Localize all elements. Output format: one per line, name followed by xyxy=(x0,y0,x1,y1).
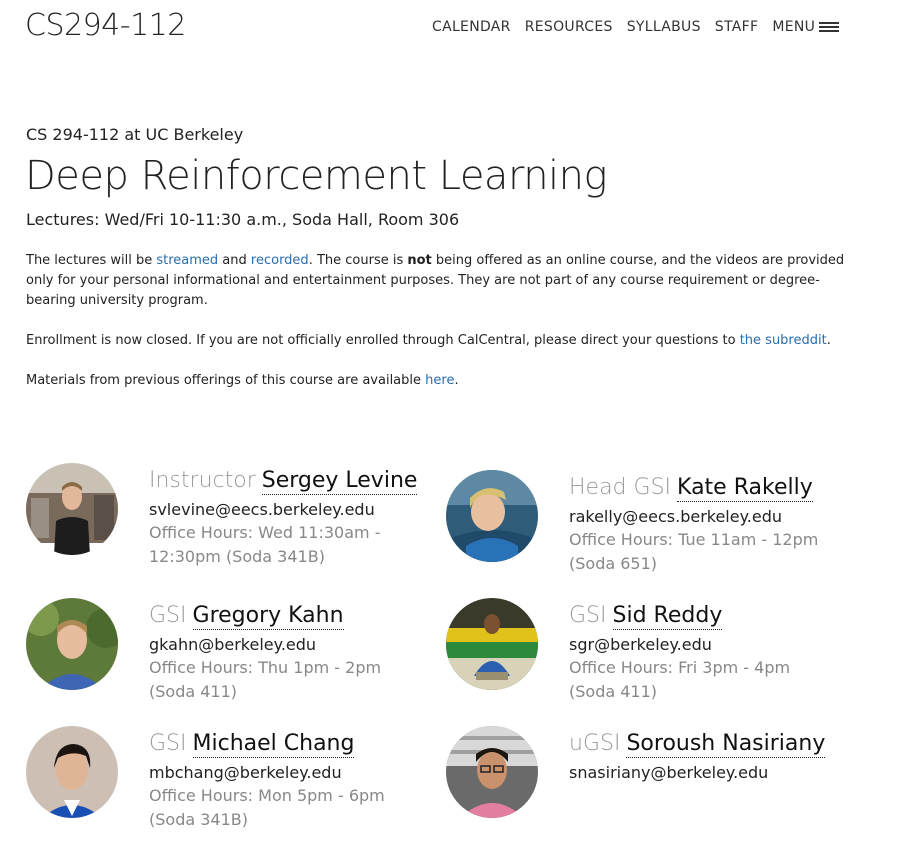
staff-email: mbchang@berkeley.edu xyxy=(149,763,342,782)
site-brand[interactable]: CS294-112 xyxy=(25,8,186,43)
top-nav: CALENDAR RESOURCES SYLLABUS STAFF MENU xyxy=(432,19,840,35)
staff-office-hours: Office Hours: Tue 11am - 12pm (Soda 651) xyxy=(569,530,819,573)
staff-office-hours: Office Hours: Mon 5pm - 6pm (Soda 341B) xyxy=(149,786,385,829)
nav-calendar[interactable]: CALENDAR xyxy=(432,19,511,35)
staff-card: GSI Gregory Kahn gkahn@berkeley.edu Offic… xyxy=(26,598,446,718)
staff-name-link[interactable]: Kate Rakelly xyxy=(677,475,813,502)
staff-name-link[interactable]: Sid Reddy xyxy=(612,603,723,630)
staff-office-hours: Office Hours: Wed 11:30am - 12:30pm (Sod… xyxy=(149,523,381,566)
staff-name-link[interactable]: Sergey Levine xyxy=(261,468,418,495)
staff-card: Head GSI Kate Rakelly rakelly@eecs.berkel… xyxy=(446,470,866,590)
staff-email: sgr@berkeley.edu xyxy=(569,635,712,654)
staff-role: GSI xyxy=(149,603,187,628)
avatar xyxy=(26,463,118,555)
hamburger-icon xyxy=(819,20,840,34)
nav-menu-button[interactable]: MENU xyxy=(772,19,840,35)
avatar xyxy=(446,470,538,562)
page-title: Deep Reinforcement Learning xyxy=(25,153,608,199)
staff-card: Instructor Sergey Levine svlevine@eecs.be… xyxy=(26,463,446,583)
nav-menu-label: MENU xyxy=(772,19,816,35)
staff-card: GSI Sid Reddy sgr@berkeley.edu Office Hou… xyxy=(446,598,866,718)
staff-card: uGSI Soroush Nasiriany snasiriany@berkele… xyxy=(446,726,866,846)
staff-role: GSI xyxy=(149,731,187,756)
avatar xyxy=(446,726,538,818)
previous-materials: Materials from previous offerings of thi… xyxy=(26,373,459,388)
staff-info: uGSI Soroush Nasiriany snasiriany@berkele… xyxy=(569,726,869,782)
staff-info: GSI Sid Reddy sgr@berkeley.edu Office Hou… xyxy=(569,598,869,704)
staff-email: snasiriany@berkeley.edu xyxy=(569,763,769,782)
staff-email: svlevine@eecs.berkeley.edu xyxy=(149,500,375,519)
staff-email: rakelly@eecs.berkeley.edu xyxy=(569,507,783,526)
previous-offerings-link[interactable]: here xyxy=(425,373,454,388)
staff-office-hours: Office Hours: Fri 3pm - 4pm (Soda 411) xyxy=(569,658,791,701)
staff-name-link[interactable]: Gregory Kahn xyxy=(192,603,344,630)
enrollment-notice: Enrollment is now closed. If you are not… xyxy=(26,333,831,348)
staff-info: GSI Michael Chang mbchang@berkeley.edu Of… xyxy=(149,726,449,832)
subreddit-link[interactable]: the subreddit xyxy=(740,333,827,348)
avatar xyxy=(26,598,118,690)
streamed-link[interactable]: streamed xyxy=(156,253,218,268)
nav-staff[interactable]: STAFF xyxy=(715,19,759,35)
stream-notice: The lectures will be streamed and record… xyxy=(26,253,845,308)
recorded-link[interactable]: recorded xyxy=(251,253,309,268)
staff-role: Head GSI xyxy=(569,475,672,500)
nav-syllabus[interactable]: SYLLABUS xyxy=(627,19,701,35)
avatar xyxy=(26,726,118,818)
staff-info: Head GSI Kate Rakelly rakelly@eecs.berkel… xyxy=(569,470,869,576)
lecture-info: Lectures: Wed/Fri 10-11:30 a.m., Soda Ha… xyxy=(26,210,460,229)
staff-email: gkahn@berkeley.edu xyxy=(149,635,317,654)
main-content: CS 294-112 at UC Berkeley Deep Reinforce… xyxy=(25,125,866,391)
avatar xyxy=(446,598,538,690)
staff-office-hours: Office Hours: Thu 1pm - 2pm (Soda 411) xyxy=(149,658,382,701)
nav-resources[interactable]: RESOURCES xyxy=(525,19,613,35)
staff-card: GSI Michael Chang mbchang@berkeley.edu Of… xyxy=(26,726,446,846)
staff-role: GSI xyxy=(569,603,607,628)
staff-name-link[interactable]: Soroush Nasiriany xyxy=(626,731,826,758)
staff-role: Instructor xyxy=(149,468,256,493)
staff-name-link[interactable]: Michael Chang xyxy=(192,731,355,758)
staff-info: Instructor Sergey Levine svlevine@eecs.be… xyxy=(149,463,449,569)
staff-info: GSI Gregory Kahn gkahn@berkeley.edu Offic… xyxy=(149,598,449,704)
staff-role: uGSI xyxy=(569,731,621,756)
course-subtitle: CS 294-112 at UC Berkeley xyxy=(26,125,244,144)
